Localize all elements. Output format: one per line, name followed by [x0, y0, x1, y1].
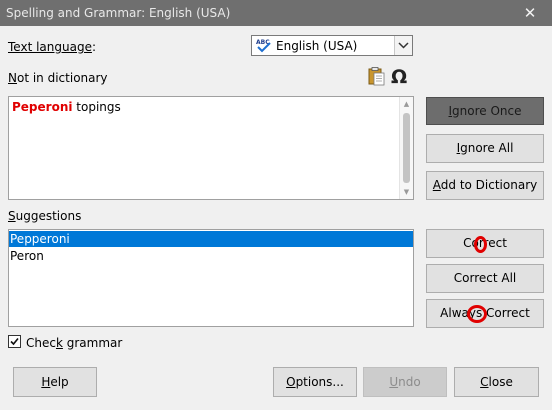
textarea-scrollbar[interactable]: ▲ ▼ [399, 97, 413, 199]
check-grammar-checkbox[interactable] [8, 335, 21, 348]
title-bar: Spelling and Grammar: English (USA) ✕ [0, 0, 552, 26]
suggestion-item-pepperoni[interactable]: Pepperoni [9, 231, 413, 247]
correct-all-button[interactable]: Correct All [426, 264, 544, 293]
clipboard-icon[interactable] [366, 66, 386, 86]
checkmark-icon [10, 337, 19, 346]
scroll-up-arrow-icon[interactable]: ▲ [400, 98, 413, 110]
omega-icon[interactable]: Ω [390, 66, 410, 88]
text-language-select[interactable]: ABC English (USA) [251, 35, 413, 56]
close-icon[interactable]: ✕ [520, 3, 540, 23]
check-grammar-label[interactable]: Check grammar [26, 336, 122, 350]
suggestions-label: Suggestions [8, 209, 82, 223]
ignore-once-button[interactable]: Ignore Once [426, 97, 544, 125]
svg-text:Ω: Ω [391, 66, 407, 86]
scroll-down-arrow-icon[interactable]: ▼ [400, 186, 413, 198]
ignore-all-button[interactable]: Ignore All [426, 134, 544, 163]
chevron-down-icon[interactable] [394, 36, 412, 55]
abc-checkmark-icon: ABC [256, 38, 272, 53]
help-button[interactable]: Help [13, 367, 97, 397]
sentence-rest: topings [72, 100, 121, 114]
text-language-value: English (USA) [276, 39, 358, 53]
options-button[interactable]: Options... [273, 367, 357, 397]
spelling-dialog: Spelling and Grammar: English (USA) ✕ Te… [0, 0, 552, 410]
suggestions-list[interactable]: Pepperoni Peron [8, 229, 414, 327]
undo-button[interactable]: Undo [363, 367, 447, 397]
always-correct-button[interactable]: Always Correct [426, 299, 544, 328]
not-in-dictionary-textarea[interactable]: Peperoni topings ▲ ▼ [8, 96, 414, 200]
sentence-text: Peperoni topings [12, 100, 121, 114]
scroll-thumb[interactable] [403, 113, 410, 183]
add-to-dictionary-button[interactable]: Add to Dictionary [426, 171, 544, 200]
not-in-dictionary-label: Not in dictionary [8, 71, 108, 85]
close-button[interactable]: Close [454, 367, 539, 397]
suggestion-item-peron[interactable]: Peron [9, 248, 413, 264]
window-title: Spelling and Grammar: English (USA) [6, 6, 231, 20]
text-language-label: Text language: [8, 40, 96, 54]
correct-button[interactable]: Correct [426, 229, 544, 258]
misspelled-word: Peperoni [12, 100, 73, 114]
